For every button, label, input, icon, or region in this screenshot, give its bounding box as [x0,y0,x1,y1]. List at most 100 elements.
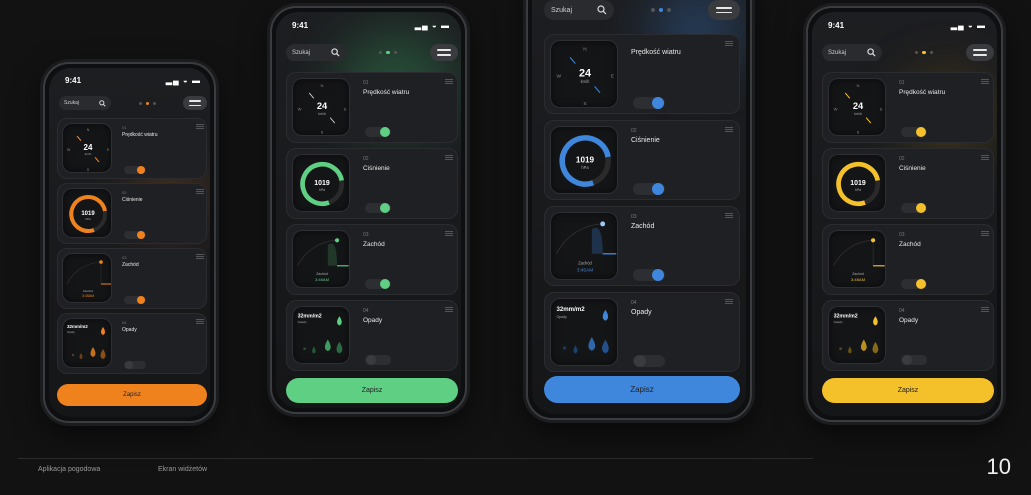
compass-graphic: N S W E 24 km/h [834,83,883,134]
save-button[interactable]: Zapisz [57,384,207,406]
widget-toggle[interactable] [365,279,391,289]
widget-card-pressure[interactable]: 1019 hPa 02 Ciśnienie [57,183,207,244]
widget-card-rain[interactable]: 32mm/m2 Opady 04 Opady [286,300,458,371]
phone-green: 9:41 ▂▄ ◒ ▬ Szukaj N S W E 24 km/h 01 Pr… [270,6,467,414]
drag-handle-icon[interactable] [445,155,453,161]
signal-icons: ▂▄ ◒ ▬ [165,76,201,85]
drag-handle-icon[interactable] [981,155,989,161]
drag-handle-icon[interactable] [196,124,204,130]
widget-toggle[interactable] [124,296,146,304]
widget-card-sunset[interactable]: Zachód 3:45AM 03 Zachód [822,224,994,295]
drag-handle-icon[interactable] [725,127,733,133]
drag-handle-icon[interactable] [981,231,989,237]
menu-button[interactable] [966,44,994,61]
page-indicator [378,50,398,55]
widget-number: 04 [899,308,905,314]
widget-card-pressure[interactable]: 1019 hPa 02 Ciśnienie [286,148,458,219]
widget-toggle[interactable] [124,166,146,174]
pressure-gauge: 1019 hPa [559,135,611,187]
widget-card-rain[interactable]: 32mm/m2 Opady 04 Opady [544,292,740,372]
page-dot [651,8,655,12]
sunset-label: Zachód [852,272,864,276]
footer-divider [18,458,813,459]
sunset-widget: Zachód 3:45AM [292,230,350,288]
status-bar: 9:41 ▂▄ ◒ ▬ [828,21,986,30]
drag-handle-icon[interactable] [981,307,989,313]
rain-graphic: 32mm/m2 Opady [556,306,609,354]
drag-handle-icon[interactable] [725,213,733,219]
widget-toggle[interactable] [124,231,146,239]
widget-card-wind[interactable]: N S W E 24 km/h Prędkość wiatru [544,34,740,114]
drag-handle-icon[interactable] [196,319,204,325]
compass-e: E [344,106,347,111]
widget-card-rain[interactable]: 32mm/m2 Opady 04 Opady [822,300,994,371]
widget-toggle[interactable] [365,203,391,213]
widget-card-wind[interactable]: N S W E 24 km/h 01 Prędkość wiatru [822,72,994,143]
widget-toggle-off[interactable] [124,361,146,369]
widget-card-wind[interactable]: N S W E 24 km/h 01 Prędkość wiatru [286,72,458,143]
drag-handle-icon[interactable] [445,79,453,85]
drag-handle-icon[interactable] [725,299,733,305]
widget-card-sunset[interactable]: Zachód 3:45AM 03 Zachód [544,206,740,286]
search-field[interactable]: Szukaj [286,44,346,61]
widget-toggle[interactable] [901,127,927,137]
page-dot-active [145,101,149,105]
drag-handle-icon[interactable] [445,307,453,313]
search-field[interactable]: Szukaj [59,96,111,110]
widget-title: Ciśnienie [363,165,390,172]
widget-toggle[interactable] [901,203,927,213]
drag-handle-icon[interactable] [196,189,204,195]
pressure-gauge: 1019 hPa [69,195,107,233]
widget-card-pressure[interactable]: 1019 hPa 02 Ciśnienie [822,148,994,219]
rain-widget: 32mm/m2 Opady [62,318,112,368]
wind-unit: km/h [581,79,590,84]
compass-n: N [321,83,324,88]
save-button[interactable]: Zapisz [544,376,740,403]
widget-toggle-off[interactable] [633,355,665,367]
menu-button[interactable] [430,44,458,61]
widget-card-rain[interactable]: 32mm/m2 Opady 04 Opady [57,313,207,374]
widget-toggle[interactable] [365,127,391,137]
sunset-widget: Zachód 3:45AM [62,253,112,303]
wind-value: 24 [579,67,591,79]
search-field[interactable]: Szukaj [822,44,882,61]
menu-button[interactable] [183,96,207,110]
widget-toggle[interactable] [633,97,665,109]
widget-toggle-off[interactable] [365,355,391,365]
presentation-slide: 9:41 ▂▄ ◒ ▬ Szukaj N S W E 24 km/h 01 Pr… [0,0,1031,495]
drag-handle-icon[interactable] [981,79,989,85]
pressure-widget: 1019 hPa [828,154,886,212]
widget-card-sunset[interactable]: Zachód 3:45AM 03 Zachód [57,248,207,309]
drag-handle-icon[interactable] [445,231,453,237]
widget-toggle[interactable] [901,279,927,289]
compass-s: S [583,101,586,107]
drag-handle-icon[interactable] [196,254,204,260]
rain-graphic: 32mm/m2 Opady [67,324,106,359]
widget-toggle[interactable] [633,183,665,195]
page-dot [914,50,919,55]
search-icon [99,99,106,107]
compass-n: N [583,47,587,53]
compass-w: W [834,106,838,111]
save-button[interactable]: Zapisz [286,378,458,403]
save-button[interactable]: Zapisz [822,378,994,403]
widget-card-wind[interactable]: N S W E 24 km/h 01 Prędkość wiatru [57,118,207,179]
wind-value: 24 [853,101,864,111]
widget-number: 03 [899,232,905,238]
widget-toggle[interactable] [633,269,665,281]
sunset-time: 3:45AM [577,267,593,273]
pressure-widget: 1019 hPa [62,188,112,238]
status-time: 9:41 [65,76,82,85]
widget-toggle-off[interactable] [901,355,927,365]
drag-handle-icon[interactable] [725,41,733,47]
status-bar: 9:41 ▂▄ ◒ ▬ [292,21,450,30]
pressure-unit: hPa [581,165,589,170]
widget-title: Prędkość wiatru [899,89,946,96]
widget-title: Prędkość wiatru [363,89,410,96]
menu-button[interactable] [708,0,740,20]
phone-yellow: 9:41 ▂▄ ◒ ▬ Szukaj N S W E 24 km/h 01 Pr… [806,6,1003,422]
widget-card-pressure[interactable]: 1019 hPa 02 Ciśnienie [544,120,740,200]
widget-card-sunset[interactable]: Zachód 3:45AM 03 Zachód [286,224,458,295]
search-field[interactable]: Szukaj [544,0,614,20]
rain-graphic: 32mm/m2 Opady [834,313,879,354]
